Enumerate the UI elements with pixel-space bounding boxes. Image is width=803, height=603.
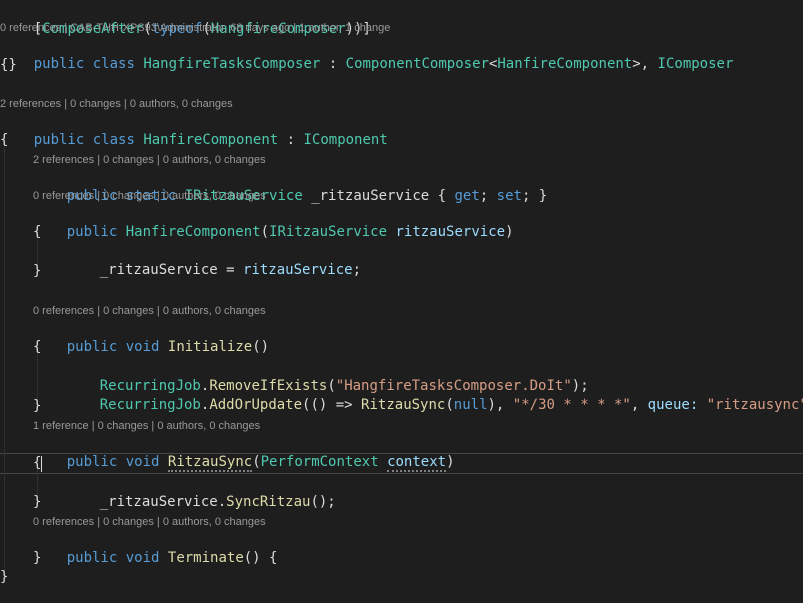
- code-line[interactable]: {: [33, 223, 803, 242]
- indent-guide: [4, 140, 5, 576]
- code-line[interactable]: public void Terminate() {: [33, 530, 803, 566]
- code-line[interactable]: {}: [0, 56, 803, 75]
- code-line[interactable]: _ritzauService.SyncRitzau();: [66, 474, 803, 510]
- code-line[interactable]: RecurringJob.AddOrUpdate(() => RitzauSyn…: [66, 377, 803, 413]
- codelens[interactable]: 2 references | 0 changes | 0 authors, 0 …: [0, 97, 803, 111]
- code-line[interactable]: }: [0, 568, 803, 587]
- code-line[interactable]: public void Initialize(): [33, 319, 803, 355]
- code-line[interactable]: {: [33, 454, 803, 473]
- codelens[interactable]: 0 references | 0 changes | 0 authors, 0 …: [33, 515, 803, 529]
- code-line[interactable]: _ritzauService = ritzauService;: [66, 242, 803, 278]
- codelens[interactable]: 0 references | 0 changes | 0 authors, 0 …: [33, 304, 803, 318]
- code-line[interactable]: }: [33, 397, 803, 416]
- code-editor[interactable]: [ComposeAfter(typeof(HangfireComposer))]…: [0, 0, 803, 603]
- code-line[interactable]: public class HangfireTasksComposer : Com…: [0, 36, 803, 72]
- codelens[interactable]: 1 reference | 0 changes | 0 authors, 0 c…: [33, 419, 803, 433]
- code-line[interactable]: }: [33, 493, 803, 512]
- code-line[interactable]: RecurringJob.RemoveIfExists("HangfireTas…: [66, 358, 803, 394]
- code-line[interactable]: public static IRitzauService _ritzauServ…: [33, 168, 803, 204]
- code-line[interactable]: }: [33, 549, 803, 568]
- code-line[interactable]: {: [0, 131, 803, 150]
- code-line[interactable]: [ComposeAfter(typeof(HangfireComposer))]: [0, 1, 803, 37]
- code-line[interactable]: public class HanfireComponent : ICompone…: [0, 112, 803, 148]
- codelens[interactable]: 0 references | CAB-THH-XPS93\Administrat…: [0, 21, 803, 35]
- code-line[interactable]: {: [33, 338, 803, 357]
- code-line[interactable]: public HanfireComponent(IRitzauService r…: [33, 204, 803, 240]
- code-line[interactable]: }: [33, 262, 803, 281]
- code-line[interactable]: public void RitzauSync(PerformContext co…: [33, 434, 803, 472]
- codelens[interactable]: 2 references | 0 changes | 0 authors, 0 …: [33, 153, 803, 167]
- codelens[interactable]: 0 references | 0 changes | 0 authors, 0 …: [33, 189, 803, 203]
